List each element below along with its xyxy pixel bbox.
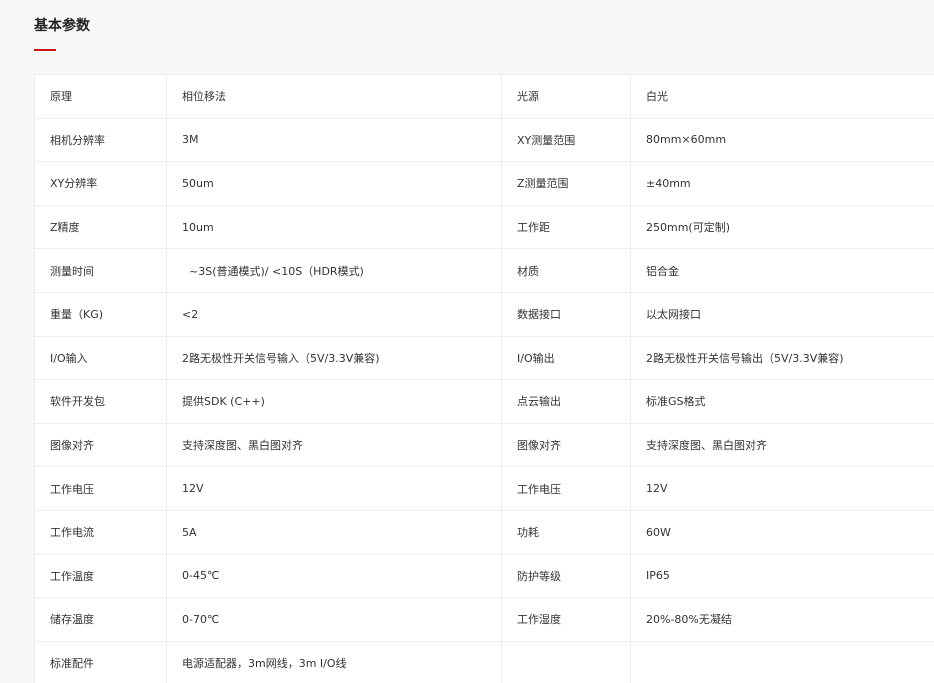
param-label: 工作湿度 [501,597,631,642]
param-value: 相位移法 [166,74,502,119]
table-row: 重量（KG) <2 数据接口 以太网接口 [34,291,934,337]
param-label: XY测量范围 [501,117,631,163]
param-value: 提供SDK (C++) [166,379,502,424]
param-label: 材质 [501,248,631,293]
param-label: 工作电流 [34,509,167,555]
param-value: 0-45℃ [166,553,502,599]
param-value: 12V [630,466,934,511]
param-value: 标准GS格式 [630,379,934,424]
param-value: 支持深度图、黑白图对齐 [166,422,502,468]
param-value: 60W [630,509,934,555]
param-label: 数据接口 [501,291,631,337]
param-label: 功耗 [501,509,631,555]
param-value: 80mm×60mm [630,117,934,163]
param-value: 铝合金 [630,248,934,293]
param-label: 软件开发包 [34,379,167,424]
param-label: 重量（KG) [34,291,167,337]
param-label: 测量时间 [34,248,167,293]
table-row: 工作电压 12V 工作电压 12V [34,466,934,511]
param-label: 点云输出 [501,379,631,424]
param-label: 储存温度 [34,597,167,642]
table-row: 工作电流 5A 功耗 60W [34,509,934,555]
param-label: 工作温度 [34,553,167,599]
param-value: <2 [166,291,502,337]
param-value: 支持深度图、黑白图对齐 [630,422,934,468]
param-value: 电源适配器，3m网线，3m I/O线 [166,640,502,683]
param-label: 工作距 [501,204,631,250]
table-row: I/O输入 2路无极性开关信号输入（5V/3.3V兼容) I/O输出 2路无极性… [34,335,934,381]
param-value: 12V [166,466,502,511]
param-value: IP65 [630,553,934,599]
table-row: 储存温度 0-70℃ 工作湿度 20%-80%无凝结 [34,597,934,642]
param-value: 250mm(可定制) [630,204,934,250]
param-label: 图像对齐 [34,422,167,468]
table-row: 相机分辨率 3M XY测量范围 80mm×60mm [34,117,934,163]
param-label: Z精度 [34,204,167,250]
table-row: 原理 相位移法 光源 白光 [34,74,934,119]
table-row: 测量时间 ~3S(普通模式)/ <10S（HDR模式) 材质 铝合金 [34,248,934,293]
param-label: 工作电压 [501,466,631,511]
param-value: ±40mm [630,161,934,206]
param-label: 图像对齐 [501,422,631,468]
param-label: 标准配件 [34,640,167,683]
spec-page: 基本参数 原理 相位移法 光源 白光 相机分辨率 3M XY测量范围 80mm×… [0,0,934,683]
param-value: 10um [166,204,502,250]
param-value: 白光 [630,74,934,119]
param-label: XY分辨率 [34,161,167,206]
param-value: 5A [166,509,502,555]
param-label: 相机分辨率 [34,117,167,163]
param-value: 2路无极性开关信号输出（5V/3.3V兼容) [630,335,934,381]
param-label: 防护等级 [501,553,631,599]
section-title: 基本参数 [34,18,90,34]
table-row: 图像对齐 支持深度图、黑白图对齐 图像对齐 支持深度图、黑白图对齐 [34,422,934,468]
param-label: 工作电压 [34,466,167,511]
param-value: 0-70℃ [166,597,502,642]
param-label: I/O输出 [501,335,631,381]
table-row: 标准配件 电源适配器，3m网线，3m I/O线 [34,640,934,683]
param-value [630,640,934,683]
param-value: 以太网接口 [630,291,934,337]
table-row: 软件开发包 提供SDK (C++) 点云输出 标准GS格式 [34,379,934,424]
param-value: 20%-80%无凝结 [630,597,934,642]
param-label [501,640,631,683]
param-value: ~3S(普通模式)/ <10S（HDR模式) [166,248,502,293]
table-row: Z精度 10um 工作距 250mm(可定制) [34,204,934,250]
param-value: 3M [166,117,502,163]
spec-table: 原理 相位移法 光源 白光 相机分辨率 3M XY测量范围 80mm×60mm … [34,74,934,683]
param-label: 原理 [34,74,167,119]
title-underline [34,49,56,51]
table-row: 工作温度 0-45℃ 防护等级 IP65 [34,553,934,599]
param-label: Z测量范围 [501,161,631,206]
param-value: 2路无极性开关信号输入（5V/3.3V兼容) [166,335,502,381]
param-value: 50um [166,161,502,206]
param-label: 光源 [501,74,631,119]
table-row: XY分辨率 50um Z测量范围 ±40mm [34,161,934,206]
param-label: I/O输入 [34,335,167,381]
